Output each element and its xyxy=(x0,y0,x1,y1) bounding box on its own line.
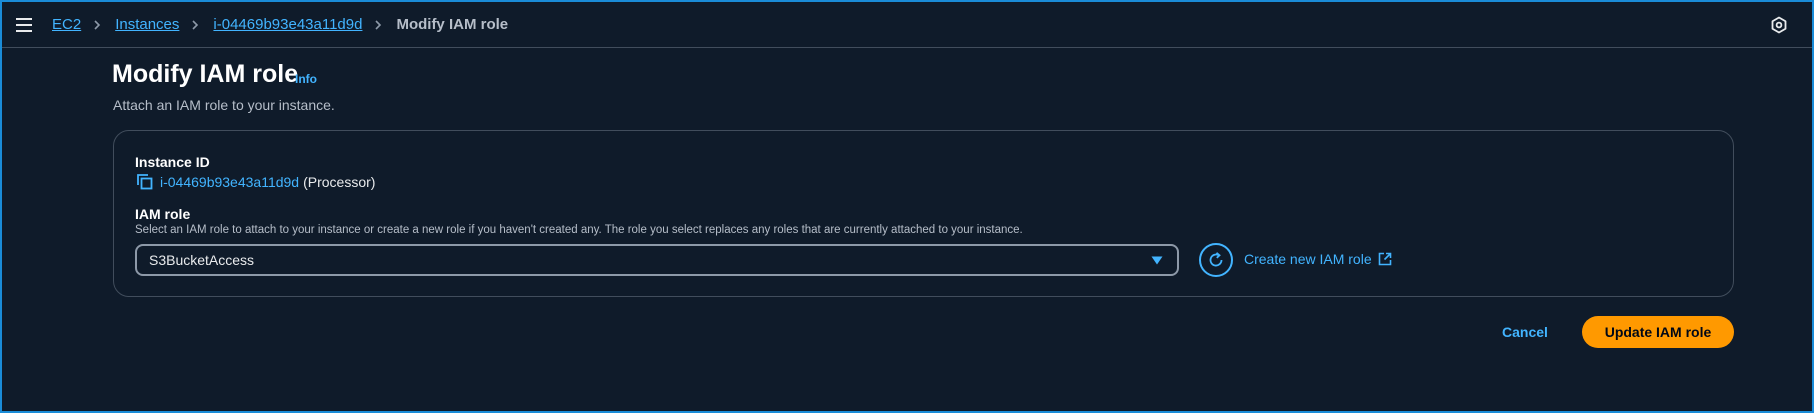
instance-id-link[interactable]: i-04469b93e43a11d9d xyxy=(160,174,299,190)
breadcrumb-current: Modify IAM role xyxy=(396,16,509,33)
refresh-button[interactable] xyxy=(1199,243,1233,277)
chevron-right-icon xyxy=(94,19,101,30)
iam-role-selected-value: S3BucketAccess xyxy=(149,252,255,268)
page-title: Modify IAM role xyxy=(112,60,299,88)
create-iam-role-link[interactable]: Create new IAM role xyxy=(1244,251,1392,267)
breadcrumb: EC2 Instances i-04469b93e43a11d9d Modify… xyxy=(52,16,508,33)
hamburger-menu-icon[interactable] xyxy=(16,18,32,32)
update-iam-role-button[interactable]: Update IAM role xyxy=(1582,316,1734,348)
page-subtitle: Attach an IAM role to your instance. xyxy=(113,97,335,113)
external-link-icon xyxy=(1378,252,1391,266)
chevron-right-icon xyxy=(192,19,199,30)
cancel-button[interactable]: Cancel xyxy=(1502,324,1548,340)
settings-hexagon-icon[interactable] xyxy=(1770,16,1788,34)
create-iam-role-label: Create new IAM role xyxy=(1244,251,1372,267)
breadcrumb-ec2[interactable]: EC2 xyxy=(52,16,81,33)
iam-role-description: Select an IAM role to attach to your ins… xyxy=(135,224,1023,236)
instance-id-row: i-04469b93e43a11d9d (Processor) xyxy=(136,173,375,191)
app-window: EC2 Instances i-04469b93e43a11d9d Modify… xyxy=(0,0,1814,413)
info-link[interactable]: Info xyxy=(295,72,317,86)
breadcrumb-instances[interactable]: Instances xyxy=(115,16,179,33)
copy-icon[interactable] xyxy=(136,173,154,191)
form-container: Instance ID i-04469b93e43a11d9d (Process… xyxy=(113,130,1734,297)
iam-role-label: IAM role xyxy=(135,206,191,222)
breadcrumb-instance-id[interactable]: i-04469b93e43a11d9d xyxy=(213,16,362,33)
iam-role-select[interactable]: S3BucketAccess xyxy=(135,244,1179,276)
refresh-icon xyxy=(1209,252,1223,267)
top-navigation-bar: EC2 Instances i-04469b93e43a11d9d Modify… xyxy=(2,2,1812,48)
caret-down-icon xyxy=(1151,256,1163,265)
chevron-right-icon xyxy=(375,19,382,30)
instance-name: (Processor) xyxy=(303,174,376,190)
instance-id-label: Instance ID xyxy=(135,154,210,170)
